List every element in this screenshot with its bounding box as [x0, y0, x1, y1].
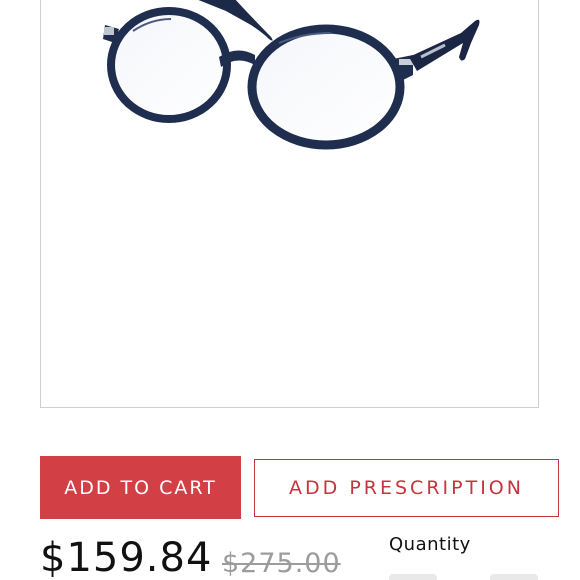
- quantity-increment-button[interactable]: [490, 574, 538, 580]
- original-price: $275.00: [222, 548, 341, 579]
- product-page: ADD TO CART ADD PRESCRIPTION $159.84 $27…: [0, 0, 580, 580]
- left-lens: [107, 7, 231, 123]
- left-hinge: [104, 27, 114, 35]
- quantity-label: Quantity: [389, 534, 471, 555]
- quantity-decrement-button[interactable]: [389, 574, 437, 580]
- product-image-frame: [40, 0, 539, 408]
- right-lens: [247, 24, 405, 150]
- add-to-cart-button[interactable]: ADD TO CART: [40, 456, 241, 519]
- add-prescription-button[interactable]: ADD PRESCRIPTION: [254, 459, 559, 517]
- current-price: $159.84: [40, 535, 213, 580]
- eyeglasses-image: [103, 0, 480, 150]
